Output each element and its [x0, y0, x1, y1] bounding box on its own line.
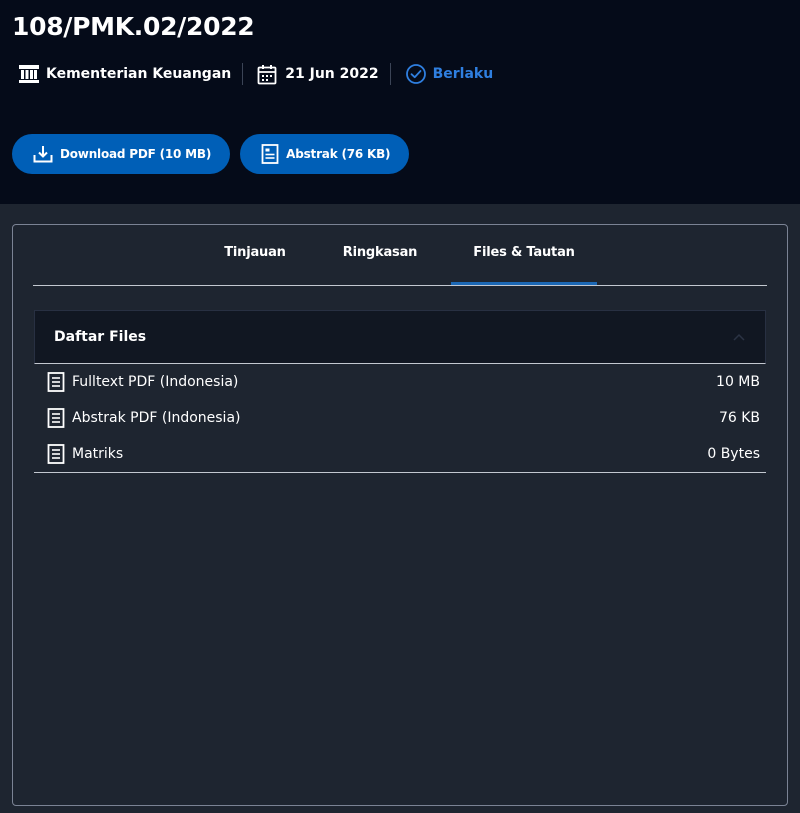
- chevron-up-icon[interactable]: [733, 333, 745, 341]
- file-info: Abstrak PDF (Indonesia): [47, 408, 241, 428]
- files-accordion-header[interactable]: Daftar Files: [34, 310, 766, 364]
- abstract-button[interactable]: Abstrak (76 KB): [240, 134, 410, 174]
- tab-tinjauan[interactable]: Tinjauan: [213, 245, 297, 285]
- file-info: Matriks: [47, 444, 123, 464]
- meta-divider: [242, 63, 244, 85]
- document-details-card: Tinjauan Ringkasan Files & Tautan Daftar…: [12, 224, 788, 806]
- tab-label: Files & Tautan: [473, 245, 575, 260]
- document-icon: [47, 444, 72, 464]
- abstract-label: Abstrak (76 KB): [286, 147, 391, 161]
- document-icon: [47, 372, 72, 392]
- file-row-matriks[interactable]: Matriks 0 Bytes: [34, 436, 766, 472]
- meta-divider: [389, 63, 391, 85]
- file-name: Matriks: [72, 446, 124, 462]
- tab-label: Tinjauan: [224, 245, 286, 260]
- document-meta: Kementerian Keuangan 21 Jun 2022 Berlaku: [18, 61, 493, 87]
- file-size: 10 MB: [716, 374, 760, 390]
- institution-icon: [18, 64, 40, 84]
- action-buttons: Download PDF (10 MB) Abstrak (76 KB): [12, 134, 410, 174]
- tab-label: Ringkasan: [342, 245, 418, 260]
- document-header: 108/PMK.02/2022 Kementerian Keuangan 21 …: [0, 0, 800, 204]
- file-size: 0 Bytes: [707, 446, 760, 462]
- issuer-text: Kementerian Keuangan: [46, 66, 232, 82]
- file-name: Fulltext PDF (Indonesia): [72, 374, 239, 390]
- files-panel: Daftar Files Fulltext PDF (Indonesia) 10…: [34, 310, 766, 474]
- tab-ringkasan[interactable]: Ringkasan: [332, 245, 428, 285]
- check-circle-icon: [405, 63, 427, 85]
- file-size: 76 KB: [718, 410, 760, 426]
- document-icon: [47, 408, 72, 428]
- document-number: 108/PMK.02/2022: [12, 12, 255, 41]
- download-pdf-button[interactable]: Download PDF (10 MB): [12, 134, 231, 174]
- download-pdf-label: Download PDF (10 MB): [60, 147, 212, 161]
- status-badge: Berlaku: [405, 63, 494, 85]
- document-icon: [261, 144, 286, 164]
- file-name: Abstrak PDF (Indonesia): [72, 410, 241, 426]
- meta-date: 21 Jun 2022: [257, 64, 379, 85]
- tab-bar: Tinjauan Ringkasan Files & Tautan: [33, 225, 767, 286]
- date-text: 21 Jun 2022: [285, 66, 379, 82]
- files-title: Daftar Files: [54, 329, 147, 345]
- calendar-icon: [257, 64, 277, 85]
- file-info: Fulltext PDF (Indonesia): [47, 372, 238, 392]
- file-list: Fulltext PDF (Indonesia) 10 MB Abstrak P…: [34, 364, 766, 473]
- tab-files-tautan[interactable]: Files & Tautan: [451, 245, 597, 285]
- meta-issuer: Kementerian Keuangan: [18, 64, 231, 84]
- download-icon: [33, 145, 60, 163]
- file-row-fulltext-pdf[interactable]: Fulltext PDF (Indonesia) 10 MB: [34, 364, 766, 400]
- file-row-abstrak-pdf[interactable]: Abstrak PDF (Indonesia) 76 KB: [34, 400, 766, 436]
- status-text: Berlaku: [432, 66, 494, 82]
